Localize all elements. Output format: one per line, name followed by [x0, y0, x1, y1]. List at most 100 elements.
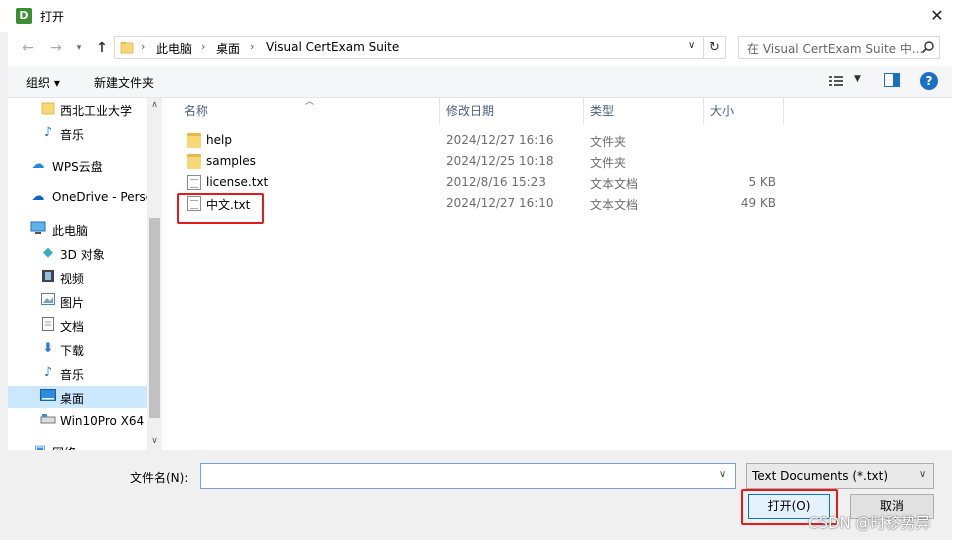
file-date: 2024/12/27 16:16 [446, 133, 554, 147]
nav-item-pictures[interactable]: 图片 [8, 290, 147, 312]
column-header-name[interactable]: 名称 [178, 98, 440, 124]
nav-item-label: OneDrive - Perso [52, 190, 154, 204]
annotation-highlight-box [177, 193, 264, 224]
nav-scrollbar[interactable]: ∧ ∨ [147, 98, 162, 450]
breadcrumb-this-pc[interactable]: 此电脑 [156, 40, 192, 57]
file-size: 5 KB [748, 175, 776, 189]
nav-item-this-pc[interactable]: 此电脑 [8, 218, 147, 240]
nav-item-onedrive[interactable]: ☁ OneDrive - Perso [8, 186, 154, 208]
cloud-icon: ☁ [31, 157, 45, 172]
forward-arrow-icon[interactable]: → [46, 38, 66, 58]
scrollbar-thumb[interactable] [149, 218, 160, 418]
view-details-icon[interactable] [828, 73, 844, 89]
new-folder-button[interactable]: 新建文件夹 [94, 74, 154, 91]
scroll-up-icon[interactable]: ∧ [147, 100, 162, 114]
download-icon: ⬇ [42, 341, 54, 356]
file-type: 文本文档 [590, 177, 639, 191]
file-date: 2024/12/25 10:18 [446, 154, 554, 168]
address-dropdown-icon[interactable]: ∨ [688, 40, 695, 51]
title-bar: D 打开 ✕ [0, 0, 960, 32]
nav-item-downloads[interactable]: ⬇ 下载 [8, 338, 147, 360]
file-type: 文件夹 [590, 135, 627, 149]
nav-item-music-2[interactable]: ♪ 音乐 [8, 362, 147, 384]
nav-item-label: WPS云盘 [52, 160, 103, 174]
close-button[interactable]: ✕ [920, 4, 954, 28]
nav-item-music[interactable]: ♪ 音乐 [8, 122, 147, 144]
cube-icon: ◆ [43, 245, 53, 260]
nav-item-label: 下载 [60, 344, 85, 358]
view-options-chevron-icon[interactable]: ▼ [854, 74, 861, 84]
nav-item-wps-cloud[interactable]: ☁ WPS云盘 [8, 154, 147, 176]
file-type: 文件夹 [590, 156, 627, 170]
search-placeholder: 在 Visual CertExam Suite 中... [747, 42, 924, 56]
filename-label: 文件名(N): [130, 471, 189, 485]
background-window-edge [0, 32, 8, 540]
preview-pane-icon[interactable] [884, 73, 900, 87]
nav-item-label: 桌面 [60, 392, 85, 406]
text-file-icon [187, 175, 201, 190]
breadcrumb-separator-icon: › [201, 40, 206, 53]
file-row[interactable]: 中文.txt 2024/12/27 16:10 文本文档 49 KB [177, 193, 787, 214]
file-row[interactable]: help 2024/12/27 16:16 文件夹 [177, 130, 787, 151]
column-header-size[interactable]: 大小 [704, 98, 784, 124]
breadcrumb-desktop[interactable]: 桌面 [216, 40, 240, 57]
nav-item-label: 3D 对象 [60, 248, 105, 262]
help-icon[interactable]: ? [920, 72, 938, 90]
folder-icon [187, 154, 201, 169]
file-date: 2024/12/27 16:10 [446, 196, 554, 210]
picture-icon [40, 293, 56, 309]
nav-item-win10pro-drive[interactable]: Win10Pro X64 [8, 410, 147, 432]
file-row[interactable]: samples 2024/12/25 10:18 文件夹 [177, 151, 787, 172]
nav-item-label: 此电脑 [52, 224, 89, 238]
file-row[interactable]: license.txt 2012/8/16 15:23 文本文档 5 KB [177, 172, 787, 193]
file-type: 文本文档 [590, 198, 639, 212]
desktop-icon [40, 389, 56, 405]
search-input[interactable]: 在 Visual CertExam Suite 中... [738, 36, 940, 59]
nav-item-network[interactable]: ▣ 网络 [8, 440, 147, 450]
onedrive-icon: ☁ [31, 189, 45, 204]
file-list: ︿ 名称 修改日期 类型 大小 help 2024/12/27 16:16 文件… [163, 97, 952, 450]
folder-icon [187, 133, 201, 148]
app-icon: D [16, 8, 32, 24]
refresh-icon[interactable]: ↻ [704, 36, 726, 59]
file-name: help [206, 133, 232, 147]
breadcrumb-current-folder[interactable]: Visual CertExam Suite [266, 40, 399, 54]
search-icon[interactable] [921, 40, 935, 54]
nav-item-label: Win10Pro X64 [60, 414, 145, 428]
music-icon: ♪ [43, 365, 53, 380]
network-icon: ▣ [32, 443, 48, 450]
filename-dropdown-icon[interactable]: ∨ [719, 469, 726, 480]
scroll-down-icon[interactable]: ∨ [147, 436, 162, 450]
drive-icon [40, 413, 56, 429]
nav-item-nwpu[interactable]: 西北工业大学 [8, 98, 147, 120]
back-arrow-icon[interactable]: ← [18, 38, 38, 58]
music-icon: ♪ [43, 125, 53, 140]
nav-item-label: 西北工业大学 [60, 104, 133, 118]
filetype-value: Text Documents (*.txt) [752, 469, 889, 483]
filename-input[interactable]: ∨ [200, 463, 736, 489]
filetype-select[interactable]: Text Documents (*.txt) ∨ [746, 463, 934, 489]
up-arrow-icon[interactable]: ↑ [92, 38, 112, 58]
filetype-dropdown-icon[interactable]: ∨ [919, 469, 926, 480]
file-name: license.txt [206, 175, 269, 189]
column-header-date[interactable]: 修改日期 [440, 98, 584, 124]
nav-item-3d-objects[interactable]: ◆ 3D 对象 [8, 242, 147, 264]
nav-item-desktop[interactable]: 桌面 [8, 386, 147, 408]
recent-locations-chevron-icon[interactable]: ▾ [72, 38, 86, 58]
organize-button[interactable]: 组织 ▾ [26, 74, 60, 91]
navigation-pane: 西北工业大学 ♪ 音乐 ☁ WPS云盘 ☁ OneDrive - Perso 此… [8, 98, 162, 450]
watermark-text: CSDN @时移势异 [808, 514, 931, 532]
document-icon [40, 317, 56, 333]
toolbar: 组织 ▾ 新建文件夹 ▼ ? [8, 66, 952, 98]
breadcrumb-separator-icon: › [250, 40, 255, 53]
nav-item-label: 文档 [60, 320, 85, 334]
nav-item-label: 图片 [60, 296, 85, 310]
nav-item-label: 视频 [60, 272, 85, 286]
address-bar[interactable]: › 此电脑 › 桌面 › Visual CertExam Suite ∨ [114, 36, 704, 59]
column-header-type[interactable]: 类型 [584, 98, 704, 124]
file-size: 49 KB [740, 196, 776, 210]
video-icon [40, 269, 56, 285]
nav-item-videos[interactable]: 视频 [8, 266, 147, 288]
file-date: 2012/8/16 15:23 [446, 175, 546, 189]
nav-item-documents[interactable]: 文档 [8, 314, 147, 336]
